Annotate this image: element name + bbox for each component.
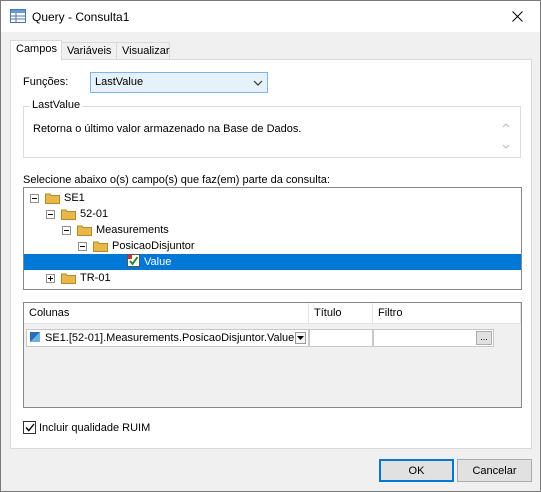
- query-table-icon: [10, 9, 26, 23]
- folder-icon: [45, 192, 60, 204]
- fields-tree[interactable]: SE1 52-01 Measurements PosicaoDisjuntor …: [23, 187, 522, 290]
- chevron-down-icon: [253, 78, 263, 90]
- tree-instructions-label: Selecione abaixo o(s) campo(s) que faz(e…: [23, 174, 330, 186]
- tree-node-label: Measurements: [96, 224, 169, 236]
- checked-tag-icon: [127, 254, 140, 270]
- checkbox-box[interactable]: [23, 421, 36, 434]
- tab-variaveis[interactable]: Variáveis: [61, 42, 117, 60]
- collapse-icon[interactable]: [78, 241, 87, 251]
- functions-select[interactable]: LastValue: [90, 72, 268, 93]
- ok-button[interactable]: OK: [379, 459, 454, 482]
- tree-node-measurements[interactable]: Measurements: [62, 222, 169, 238]
- functions-selected-value: LastValue: [95, 76, 144, 88]
- function-description-group: LastValue Retorna o último valor armazen…: [23, 99, 521, 158]
- tree-node-tr-01[interactable]: TR-01: [46, 270, 111, 286]
- window-title: Query - Consulta1: [32, 10, 130, 24]
- tree-node-value[interactable]: Value: [24, 254, 521, 270]
- folder-icon: [77, 224, 92, 236]
- functions-label: Funções:: [23, 76, 69, 88]
- tree-node-52-01[interactable]: 52-01: [46, 206, 108, 222]
- grid-cell-filter[interactable]: ...: [373, 329, 494, 347]
- cancel-button[interactable]: Cancelar: [457, 459, 532, 482]
- column-dropdown-button[interactable]: [295, 332, 306, 344]
- tree-node-posicaodisjuntor[interactable]: PosicaoDisjuntor: [78, 238, 195, 254]
- query-dialog: Query - Consulta1 Campos Variáveis Visua…: [0, 0, 541, 492]
- grid-cell-title[interactable]: [309, 329, 373, 347]
- description-scrollbar[interactable]: [500, 121, 512, 151]
- title-bar: Query - Consulta1: [1, 1, 540, 32]
- tree-node-label: SE1: [64, 192, 85, 204]
- folder-icon: [61, 272, 76, 284]
- function-description-text: Retorna o último valor armazenado na Bas…: [33, 123, 302, 135]
- folder-icon: [61, 208, 76, 220]
- grid-cell-column-value: SE1.[52-01].Measurements.PosicaoDisjunto…: [45, 332, 295, 344]
- dropdown-arrow-icon: [297, 336, 304, 340]
- tree-node-label: PosicaoDisjuntor: [112, 240, 195, 252]
- collapse-icon[interactable]: [62, 225, 71, 235]
- close-icon: [511, 11, 523, 22]
- collapse-icon[interactable]: [46, 209, 55, 219]
- collapse-icon[interactable]: [30, 193, 39, 203]
- campos-panel: Funções: LastValue LastValue Retorna o ú…: [10, 59, 532, 449]
- tree-node-label: Value: [144, 256, 172, 268]
- tab-campos[interactable]: Campos: [10, 40, 62, 61]
- columns-grid: Colunas Título Filtro SE1.[52-01].Measur…: [23, 302, 522, 408]
- checkmark-icon: [24, 423, 35, 432]
- close-button[interactable]: [494, 1, 540, 32]
- tab-visualizar[interactable]: Visualizar: [116, 42, 170, 60]
- expand-icon[interactable]: [46, 273, 55, 283]
- grid-header-filtro[interactable]: Filtro: [373, 303, 521, 324]
- include-bad-quality-label: Incluir qualidade RUIM: [39, 421, 151, 434]
- tree-node-se1[interactable]: SE1: [30, 190, 85, 206]
- include-bad-quality-checkbox[interactable]: Incluir qualidade RUIM: [23, 421, 150, 434]
- field-icon: [30, 331, 40, 345]
- tree-node-label: TR-01: [80, 272, 111, 284]
- grid-header-titulo[interactable]: Título: [309, 303, 373, 324]
- folder-icon: [93, 240, 108, 252]
- grid-header-colunas[interactable]: Colunas: [24, 303, 309, 324]
- function-description-legend: LastValue: [30, 99, 83, 111]
- tree-node-label: 52-01: [80, 208, 109, 220]
- filter-ellipsis-button[interactable]: ...: [476, 331, 492, 345]
- grid-cell-column[interactable]: SE1.[52-01].Measurements.PosicaoDisjunto…: [26, 329, 309, 347]
